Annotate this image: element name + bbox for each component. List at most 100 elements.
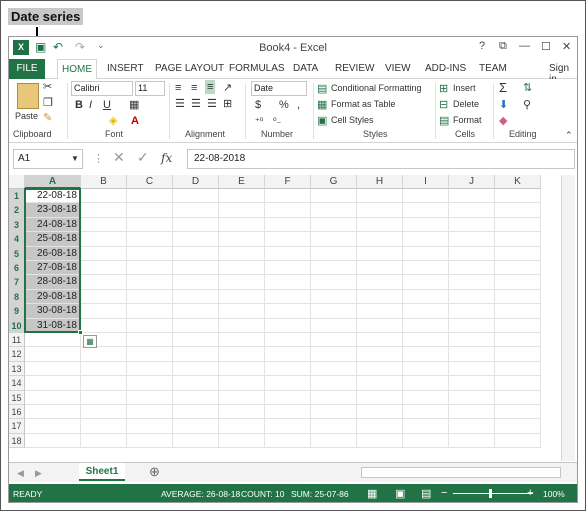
cell-K2[interactable] xyxy=(495,203,541,218)
cell-E7[interactable] xyxy=(219,275,265,290)
cell-H17[interactable] xyxy=(357,419,403,434)
align-right-icon[interactable]: ☰ xyxy=(207,98,217,110)
cell-B14[interactable] xyxy=(81,376,127,391)
conditional-formatting-button[interactable]: Conditional Formatting xyxy=(331,83,422,93)
cell-H9[interactable] xyxy=(357,304,403,319)
cell-K4[interactable] xyxy=(495,232,541,247)
cell-E16[interactable] xyxy=(219,405,265,420)
format-cells-button[interactable]: Format xyxy=(453,115,482,125)
insert-function-button[interactable]: fx xyxy=(161,151,172,165)
bold-button[interactable]: B xyxy=(75,99,83,111)
format-as-table-icon[interactable]: ▦ xyxy=(317,99,327,111)
cell-F2[interactable] xyxy=(265,203,311,218)
cell-C8[interactable] xyxy=(127,289,173,305)
cell-K6[interactable] xyxy=(495,261,541,276)
cell-F5[interactable] xyxy=(265,246,311,261)
cell-E11[interactable] xyxy=(219,333,265,348)
cell-I11[interactable] xyxy=(403,333,449,348)
row-header[interactable]: 14 xyxy=(9,376,25,391)
cell-G17[interactable] xyxy=(311,419,357,434)
cell-A12[interactable] xyxy=(25,347,81,362)
comma-button[interactable]: , xyxy=(297,99,300,111)
cell-B3[interactable] xyxy=(81,217,127,233)
cell-E18[interactable] xyxy=(219,433,265,449)
cell-B1[interactable] xyxy=(81,189,127,204)
cell-K3[interactable] xyxy=(495,217,541,233)
cell-D3[interactable] xyxy=(173,217,219,233)
new-sheet-button[interactable]: ⊕ xyxy=(149,465,160,478)
page-layout-view-icon[interactable]: ▣ xyxy=(395,487,405,500)
cell-C2[interactable] xyxy=(127,203,173,218)
cell-K5[interactable] xyxy=(495,246,541,261)
borders-icon[interactable]: ▦ xyxy=(129,99,139,111)
close-button[interactable]: ✕ xyxy=(562,40,571,53)
cell-B15[interactable] xyxy=(81,390,127,405)
cell-J9[interactable] xyxy=(449,304,495,319)
cell-A18[interactable] xyxy=(25,433,81,449)
cell-I4[interactable] xyxy=(403,232,449,247)
cell-F14[interactable] xyxy=(265,376,311,391)
number-format-combo[interactable]: Date xyxy=(251,81,307,96)
cell-G12[interactable] xyxy=(311,347,357,362)
cell-C13[interactable] xyxy=(127,361,173,377)
cell-B10[interactable] xyxy=(81,318,127,333)
cell-E2[interactable] xyxy=(219,203,265,218)
cell-E10[interactable] xyxy=(219,318,265,333)
cell-E17[interactable] xyxy=(219,419,265,434)
page-break-view-icon[interactable]: ▤ xyxy=(421,487,431,500)
cell-G16[interactable] xyxy=(311,405,357,420)
cell-E3[interactable] xyxy=(219,217,265,233)
cell-G7[interactable] xyxy=(311,275,357,290)
column-header[interactable]: K xyxy=(495,175,541,189)
cell-D11[interactable] xyxy=(173,333,219,348)
row-header[interactable]: 6 xyxy=(9,261,25,276)
column-header[interactable]: I xyxy=(403,175,449,189)
cell-K13[interactable] xyxy=(495,361,541,377)
format-as-table-button[interactable]: Format as Table xyxy=(331,99,395,109)
tab-formulas[interactable]: FORMULAS xyxy=(229,63,285,74)
cell-D16[interactable] xyxy=(173,405,219,420)
cell-C7[interactable] xyxy=(127,275,173,290)
cell-F12[interactable] xyxy=(265,347,311,362)
tab-file[interactable]: FILE xyxy=(9,59,45,79)
cell-D15[interactable] xyxy=(173,390,219,405)
column-header[interactable]: J xyxy=(449,175,495,189)
cell-A17[interactable] xyxy=(25,419,81,434)
ribbon-display-button[interactable]: ⧉ xyxy=(499,40,507,53)
row-header[interactable]: 17 xyxy=(9,419,25,434)
cell-C12[interactable] xyxy=(127,347,173,362)
cell-H8[interactable] xyxy=(357,289,403,305)
cell-C9[interactable] xyxy=(127,304,173,319)
cell-A13[interactable] xyxy=(25,361,81,377)
select-all-corner[interactable] xyxy=(9,175,25,189)
align-middle-icon[interactable]: ≡ xyxy=(191,82,197,94)
cell-E5[interactable] xyxy=(219,246,265,261)
row-header[interactable]: 2 xyxy=(9,203,25,218)
cell-K1[interactable] xyxy=(495,189,541,204)
cell-I17[interactable] xyxy=(403,419,449,434)
cell-D8[interactable] xyxy=(173,289,219,305)
cell-J15[interactable] xyxy=(449,390,495,405)
cell-C6[interactable] xyxy=(127,261,173,276)
cell-J7[interactable] xyxy=(449,275,495,290)
cell-F6[interactable] xyxy=(265,261,311,276)
row-header[interactable]: 15 xyxy=(9,390,25,405)
cell-H13[interactable] xyxy=(357,361,403,377)
cell-B9[interactable] xyxy=(81,304,127,319)
cell-F11[interactable] xyxy=(265,333,311,348)
cell-J14[interactable] xyxy=(449,376,495,391)
tab-data[interactable]: DATA xyxy=(293,63,318,74)
cell-J16[interactable] xyxy=(449,405,495,420)
row-header[interactable]: 5 xyxy=(9,246,25,261)
cell-C3[interactable] xyxy=(127,217,173,233)
row-header[interactable]: 7 xyxy=(9,275,25,290)
cell-I16[interactable] xyxy=(403,405,449,420)
cell-E13[interactable] xyxy=(219,361,265,377)
cell-G11[interactable] xyxy=(311,333,357,348)
cell-F10[interactable] xyxy=(265,318,311,333)
column-header[interactable]: D xyxy=(173,175,219,189)
cell-I9[interactable] xyxy=(403,304,449,319)
paste-icon[interactable] xyxy=(17,83,39,109)
row-header[interactable]: 8 xyxy=(9,289,25,305)
cell-B16[interactable] xyxy=(81,405,127,420)
